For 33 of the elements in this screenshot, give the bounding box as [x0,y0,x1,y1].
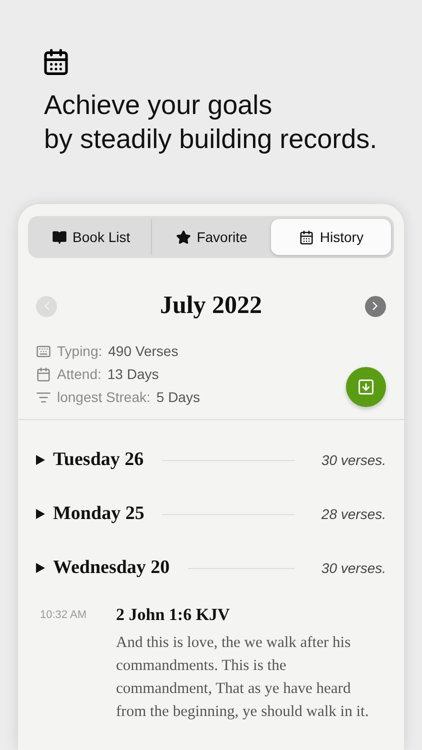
verse-text: And this is love, the we walk after his commandments. This is the commandment, That as ye have heard from the beginning, ye should walk in it. [116,633,370,722]
verse-count: 30 verses. [321,560,386,576]
month-title: July 2022 [160,292,262,320]
day-title: Wednesday 20 [53,557,170,579]
verse-reference: 2 John 1:6 KJV [116,605,231,625]
next-month-button[interactable] [364,296,386,316]
download-icon [357,378,375,396]
entry-time: 10:32 AM [40,608,88,623]
headline: Achieve your goals [44,89,274,122]
stat-value: 490 Verses [108,342,178,361]
stat-label: longest Streak: [57,388,150,407]
keyboard-icon [36,344,51,359]
caret-icon[interactable] [36,455,45,465]
tab[interactable]: Book List [31,219,151,255]
calendar-icon [42,48,70,76]
stat-label: Attend: [57,365,102,384]
day-title: Monday 25 [53,503,144,525]
tab[interactable]: History [271,219,392,255]
list-icon [36,390,51,405]
stat-value: 13 Days [107,365,159,384]
stat-label: Typing: [57,342,102,361]
export-button[interactable] [346,367,386,407]
calendar-icon [298,230,314,244]
caret-icon[interactable] [36,563,45,573]
star-icon [176,230,191,244]
book-icon [52,230,67,244]
headline: by steadily building records. [44,123,378,156]
verse-count: 30 verses. [321,452,386,468]
stat-value: 5 Days [156,388,200,407]
calendar-icon [36,367,51,382]
verse-count: 28 verses. [321,506,386,522]
day-title: Tuesday 26 [53,449,144,471]
caret-icon[interactable] [36,509,45,519]
